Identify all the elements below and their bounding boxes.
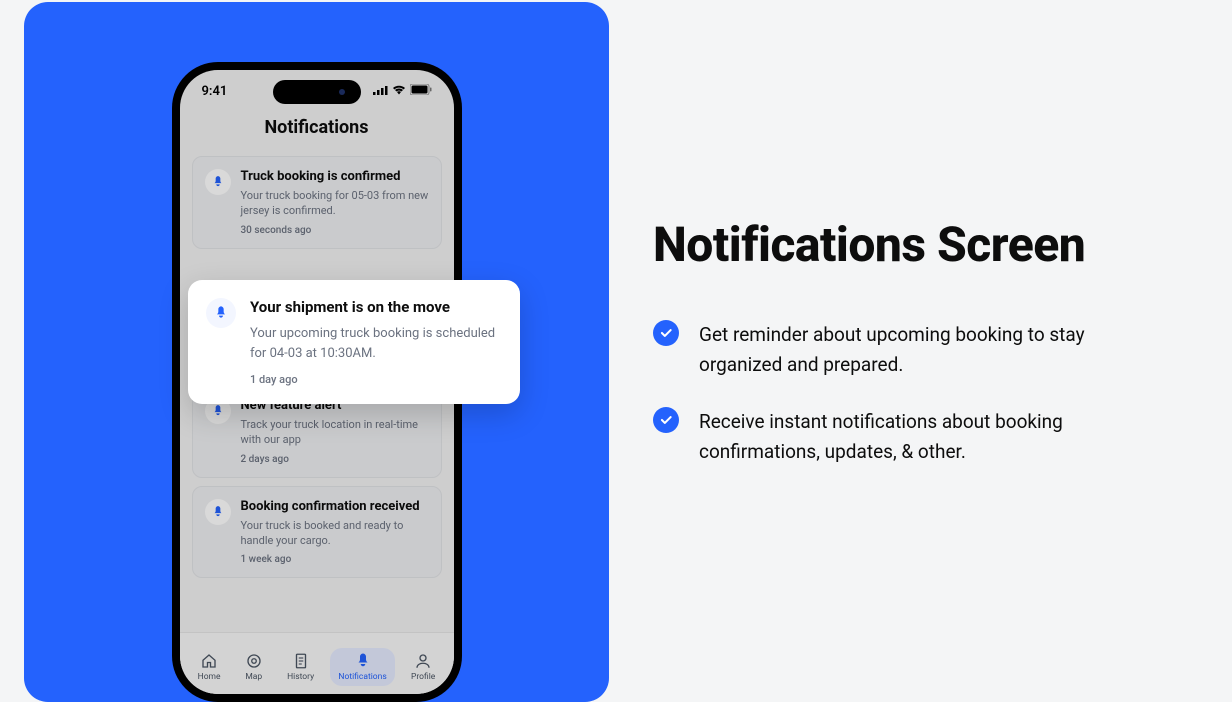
marketing-copy: Notifications Screen Get reminder about … bbox=[609, 0, 1232, 466]
nav-label: Notifications bbox=[338, 672, 386, 682]
bell-icon bbox=[205, 169, 231, 195]
featured-notification-card[interactable]: Your shipment is on the move Your upcomi… bbox=[188, 280, 520, 404]
check-circle-icon bbox=[653, 407, 679, 433]
notification-title: Truck booking is confirmed bbox=[241, 169, 429, 184]
feature-bullet: Get reminder about upcoming booking to s… bbox=[653, 320, 1172, 379]
battery-icon bbox=[410, 84, 432, 99]
signal-icon bbox=[373, 84, 388, 99]
document-icon bbox=[292, 652, 310, 670]
nav-history[interactable]: History bbox=[279, 648, 322, 686]
bullet-text: Receive instant notifications about book… bbox=[699, 407, 1139, 466]
notification-time: 2 days ago bbox=[241, 454, 429, 465]
status-indicators bbox=[373, 84, 432, 99]
nav-label: Map bbox=[245, 672, 262, 682]
notification-title: Booking confirmation received bbox=[241, 499, 429, 514]
nav-notifications[interactable]: Notifications bbox=[330, 648, 394, 686]
feature-bullets: Get reminder about upcoming booking to s… bbox=[653, 320, 1172, 466]
notification-item[interactable]: Booking confirmation received Your truck… bbox=[192, 486, 442, 579]
feature-panel: 9:41 Notifications bbox=[24, 2, 609, 702]
headline: Notifications Screen bbox=[653, 214, 1172, 276]
nav-label: Home bbox=[198, 672, 221, 682]
status-time: 9:41 bbox=[202, 84, 228, 99]
home-icon bbox=[200, 652, 218, 670]
bottom-navigation: Home Map History Notifications Profile bbox=[180, 632, 454, 694]
notification-body: Your upcoming truck booking is scheduled… bbox=[250, 324, 502, 363]
notification-time: 1 day ago bbox=[250, 373, 502, 386]
bell-icon bbox=[205, 499, 231, 525]
notification-body: Your truck is booked and ready to handle… bbox=[241, 518, 429, 549]
phone-notch bbox=[273, 80, 361, 104]
wifi-icon bbox=[392, 84, 406, 99]
notification-time: 30 seconds ago bbox=[241, 225, 429, 236]
notification-title: Your shipment is on the move bbox=[250, 298, 502, 316]
notification-time: 1 week ago bbox=[241, 554, 429, 565]
bullet-text: Get reminder about upcoming booking to s… bbox=[699, 320, 1139, 379]
notification-body: Your truck booking for 05-03 from new je… bbox=[241, 188, 429, 219]
check-circle-icon bbox=[653, 320, 679, 346]
user-icon bbox=[414, 652, 432, 670]
notification-body: Track your truck location in real-time w… bbox=[241, 417, 429, 448]
map-pin-icon bbox=[245, 652, 263, 670]
page-title: Notifications bbox=[180, 117, 454, 138]
feature-bullet: Receive instant notifications about book… bbox=[653, 407, 1172, 466]
nav-profile[interactable]: Profile bbox=[403, 648, 443, 686]
bell-icon bbox=[354, 652, 372, 670]
nav-label: Profile bbox=[411, 672, 435, 682]
nav-label: History bbox=[287, 672, 314, 682]
nav-home[interactable]: Home bbox=[190, 648, 229, 686]
notification-item[interactable]: Truck booking is confirmed Your truck bo… bbox=[192, 156, 442, 249]
nav-map[interactable]: Map bbox=[237, 648, 271, 686]
bell-icon bbox=[206, 298, 236, 328]
